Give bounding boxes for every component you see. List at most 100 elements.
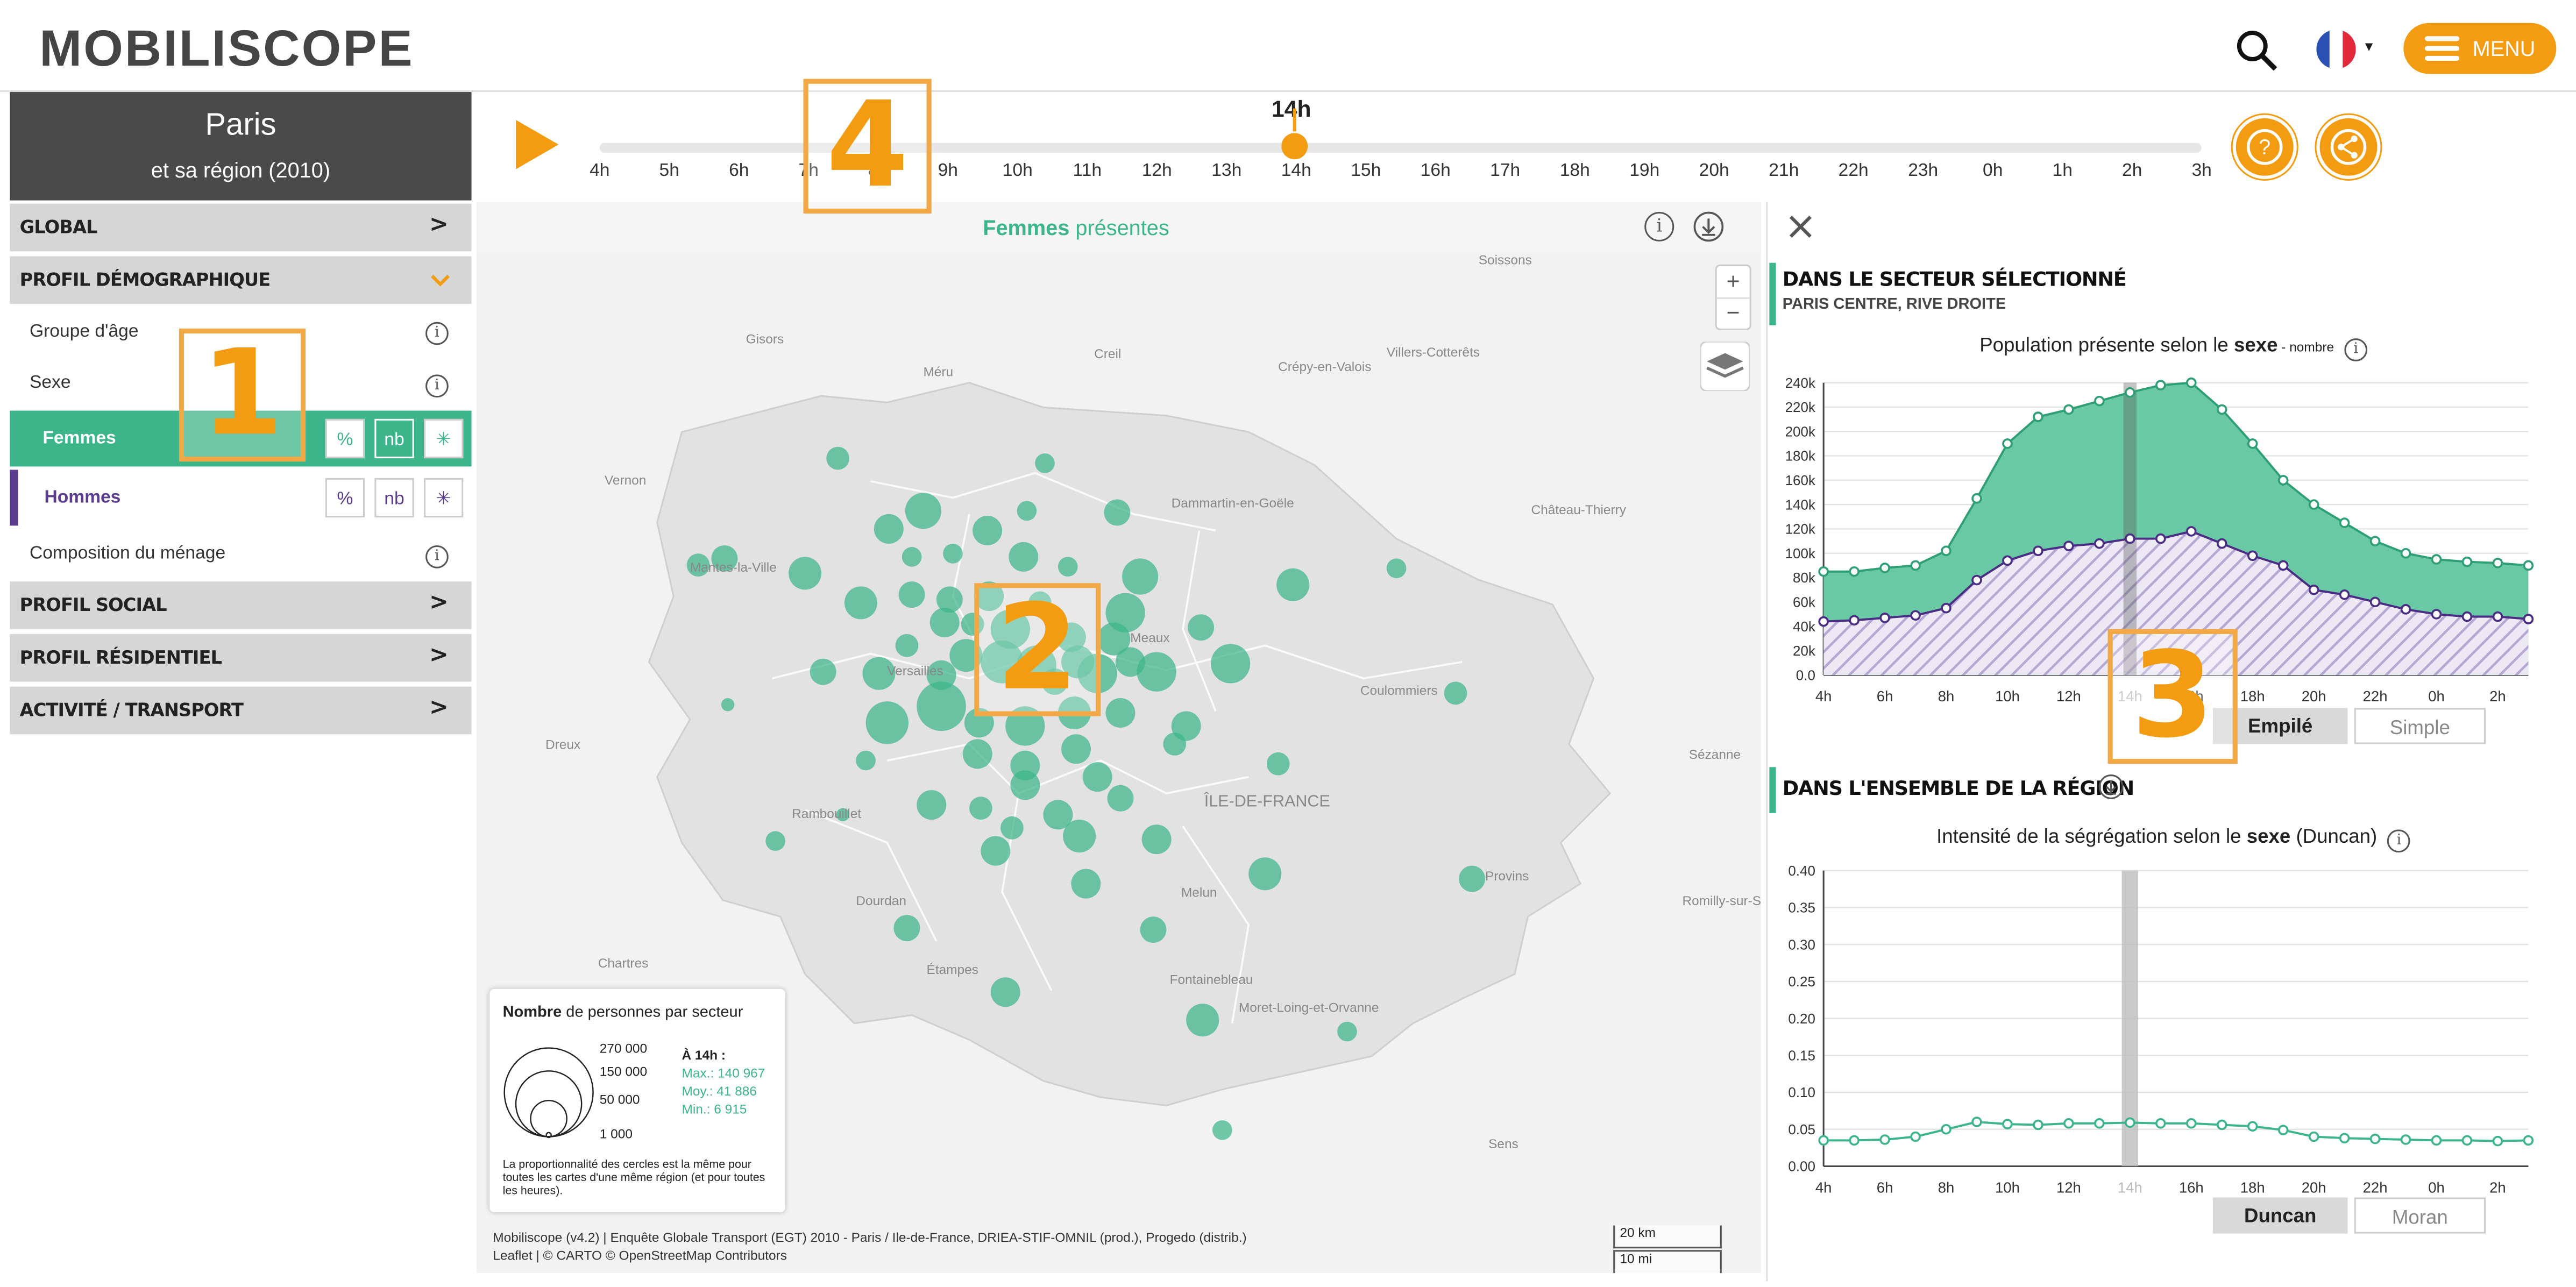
duncan-point[interactable] [2461,1135,2473,1146]
info-icon[interactable]: i [1644,211,1674,241]
sector-bubble[interactable] [1248,857,1282,891]
hommes-point[interactable] [2033,545,2043,556]
hommes-point[interactable] [2369,596,2381,608]
hommes-point[interactable] [1818,616,1829,627]
sector-bubble[interactable] [1104,499,1131,526]
section-global[interactable]: Global > [10,203,472,252]
info-icon[interactable]: i [2387,829,2411,853]
sector-bubble[interactable] [1140,916,1167,943]
duncan-point[interactable] [2094,1118,2105,1129]
menu-button[interactable]: MENU [2403,23,2557,74]
femmes-point[interactable] [2155,380,2166,390]
hour-tick[interactable]: 23h [1908,161,1938,181]
attribution-line-2[interactable]: Leaflet | © CARTO © OpenStreetMap Contri… [493,1247,1246,1265]
indicator-hommes[interactable]: Hommes % nb ✳ [10,470,472,526]
sector-bubble[interactable] [810,658,836,685]
duncan-point[interactable] [2002,1119,2013,1129]
asterisk-button[interactable]: ✳ [423,478,464,518]
duncan-point[interactable] [2492,1135,2503,1147]
duncan-point[interactable] [2155,1118,2166,1129]
sector-bubble[interactable] [1107,785,1134,812]
sector-bubble[interactable] [1276,568,1310,601]
sector-bubble[interactable] [856,750,876,771]
percent-button[interactable]: % [325,418,365,459]
zoom-in-button[interactable]: + [1716,266,1750,299]
hour-tick[interactable]: 11h [1073,161,1102,181]
sector-bubble[interactable] [1035,453,1055,473]
layers-icon[interactable] [1700,342,1750,391]
section-profil-residentiel[interactable]: Profil résidentiel > [10,634,472,682]
sector-bubble[interactable] [1017,501,1037,521]
duncan-point[interactable] [2216,1119,2227,1130]
hommes-point[interactable] [2431,609,2442,620]
sector-bubble[interactable] [902,547,922,567]
duncan-point[interactable] [2247,1121,2258,1132]
duncan-point[interactable] [2308,1131,2319,1142]
femmes-point[interactable] [1849,566,1860,577]
duncan-point[interactable] [2125,1117,2135,1128]
sector-bubble[interactable] [1337,1021,1357,1042]
hour-tick[interactable]: 13h [1211,161,1241,181]
hommes-point[interactable] [2461,611,2473,622]
sector-bubble[interactable] [1000,816,1024,840]
hour-tick[interactable]: 3h [2191,161,2211,181]
percent-button[interactable]: % [325,478,365,518]
femmes-point[interactable] [2002,438,2013,449]
sector-bubble[interactable] [1386,558,1407,579]
femmes-point[interactable] [2308,499,2319,510]
femmes-point[interactable] [2063,404,2074,415]
hour-tick[interactable]: 5h [659,161,679,181]
femmes-point[interactable] [2492,558,2503,568]
hommes-point[interactable] [2247,550,2258,561]
sector-bubble[interactable] [917,681,966,731]
sector-bubble[interactable] [1266,752,1290,776]
sector-bubble[interactable] [895,634,919,657]
tab-moran[interactable]: Moran [2354,1197,2486,1234]
sector-bubble[interactable] [1082,762,1112,792]
hommes-point[interactable] [2185,526,2197,537]
femmes-point[interactable] [1971,493,1982,504]
tab-duncan[interactable]: Duncan [2213,1197,2348,1234]
femmes-point[interactable] [2185,377,2197,388]
hour-tick[interactable]: 15h [1351,161,1381,181]
sector-bubble[interactable] [1010,770,1040,800]
search-icon[interactable] [2234,28,2281,74]
section-activite-transport[interactable]: Activité / Transport > [10,686,472,735]
sector-bubble[interactable] [1063,820,1096,853]
hommes-point[interactable] [2400,604,2411,615]
femmes-point[interactable] [1879,563,1890,573]
hommes-point[interactable] [2339,589,2350,600]
duncan-point[interactable] [2277,1125,2289,1135]
subitem-composition-menage[interactable]: Composition du ménage i [10,529,472,580]
duncan-point[interactable] [2033,1119,2043,1130]
femmes-point[interactable] [2247,438,2258,449]
duncan-point[interactable] [1879,1134,1890,1145]
nb-button[interactable]: nb [374,478,414,518]
sector-bubble[interactable] [721,698,735,712]
femmes-point[interactable] [2033,411,2043,422]
slider-handle[interactable] [1281,133,1308,160]
duncan-point[interactable] [1941,1124,1951,1135]
duncan-point[interactable] [1971,1117,1982,1127]
asterisk-button[interactable]: ✳ [423,418,464,459]
femmes-point[interactable] [2125,387,2135,398]
femmes-point[interactable] [2339,517,2350,528]
sector-bubble[interactable] [826,446,850,470]
section-profil-social[interactable]: Profil social > [10,581,472,629]
duncan-point[interactable] [2063,1118,2074,1129]
hommes-point[interactable] [2277,560,2289,571]
flag-fr-icon[interactable] [2316,29,2356,69]
sector-bubble[interactable] [1137,652,1176,692]
hommes-point[interactable] [2523,614,2534,624]
sector-bubble[interactable] [969,797,992,820]
sector-bubble[interactable] [1186,1004,1219,1037]
close-icon[interactable] [1787,214,1814,240]
sector-bubble[interactable] [1163,733,1187,756]
tab-simple[interactable]: Simple [2354,708,2486,744]
duncan-point[interactable] [2400,1134,2411,1145]
duncan-point[interactable] [2185,1118,2197,1129]
sector-bubble[interactable] [943,543,963,564]
hommes-point[interactable] [2094,538,2105,549]
sector-bubble[interactable] [917,790,947,820]
duncan-point[interactable] [2431,1135,2442,1146]
